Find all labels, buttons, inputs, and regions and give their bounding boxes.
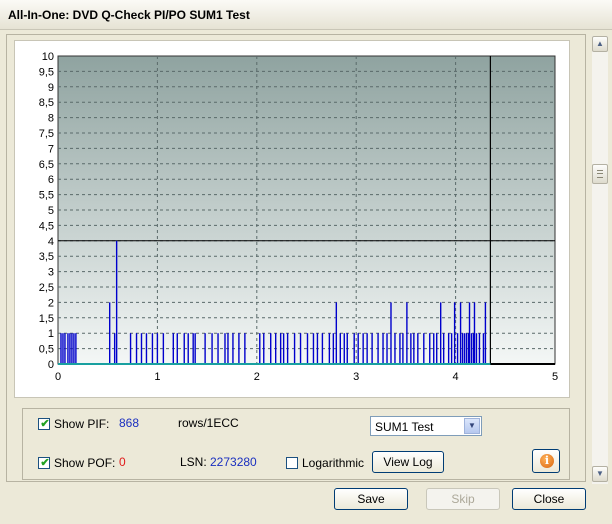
y-tick-label: 3 bbox=[48, 267, 54, 279]
checkmark-icon: ✔ bbox=[40, 457, 50, 469]
y-tick-label: 5,5 bbox=[39, 190, 54, 202]
y-tick-label: 4 bbox=[48, 236, 54, 248]
chevron-down-icon[interactable]: ▼ bbox=[464, 418, 480, 434]
x-tick-label: 0 bbox=[55, 371, 61, 383]
show-pif-checkbox[interactable]: ✔ bbox=[38, 418, 50, 430]
scrollbar-thumb[interactable] bbox=[592, 164, 608, 184]
y-tick-label: 9 bbox=[48, 82, 54, 94]
y-tick-label: 5 bbox=[48, 205, 54, 217]
y-tick-label: 6,5 bbox=[39, 159, 54, 171]
x-tick-label: 4 bbox=[453, 371, 459, 383]
title-bar: All-In-One: DVD Q-Check PI/PO SUM1 Test bbox=[0, 0, 612, 30]
vertical-scrollbar[interactable]: ▲ ▼ bbox=[592, 36, 608, 484]
pi-po-chart: 0 0,5 1 1,5 2 2,5 3 3,5 4 4,5 5 5,5 6 6,5 7 7,5 8 8,5 9 9,5… bbox=[14, 40, 570, 398]
x-tick-label: 3 bbox=[353, 371, 359, 383]
x-tick-label: 1 bbox=[154, 371, 160, 383]
y-tick-label: 4,5 bbox=[39, 220, 54, 232]
grip-icon bbox=[597, 170, 603, 178]
lsn-label: LSN: bbox=[180, 455, 207, 469]
test-select[interactable]: SUM1 Test ▼ bbox=[370, 416, 482, 436]
save-button[interactable]: Save bbox=[334, 488, 408, 510]
y-tick-label: 6 bbox=[48, 174, 54, 186]
pof-value: 0 bbox=[119, 455, 126, 469]
show-pof-checkbox[interactable]: ✔ bbox=[38, 457, 50, 469]
y-tick-label: 9,5 bbox=[39, 66, 54, 78]
lsn-value: 2273280 bbox=[210, 455, 257, 469]
close-button[interactable]: Close bbox=[512, 488, 586, 510]
test-select-value: SUM1 Test bbox=[375, 420, 434, 434]
logarithmic-checkbox[interactable] bbox=[286, 457, 298, 469]
skip-button[interactable]: Skip bbox=[426, 488, 500, 510]
pif-value: 868 bbox=[119, 416, 140, 430]
y-tick-label: 10 bbox=[42, 51, 54, 63]
y-tick-label: 7 bbox=[48, 143, 54, 155]
y-tick-label: 3,5 bbox=[39, 251, 54, 263]
y-tick-label: 0,5 bbox=[39, 344, 54, 356]
window-title: All-In-One: DVD Q-Check PI/PO SUM1 Test bbox=[8, 8, 250, 22]
y-tick-label: 8,5 bbox=[39, 97, 54, 109]
y-tick-label: 1 bbox=[48, 328, 54, 340]
y-tick-label: 2,5 bbox=[39, 282, 54, 294]
show-pif-label: Show PIF: bbox=[54, 417, 110, 431]
y-tick-label: 1,5 bbox=[39, 313, 54, 325]
view-log-button[interactable]: View Log bbox=[372, 451, 444, 473]
arrow-down-icon[interactable]: ▼ bbox=[592, 466, 608, 482]
info-button[interactable]: i bbox=[532, 449, 560, 473]
y-tick-label: 0 bbox=[48, 359, 54, 371]
info-icon: i bbox=[540, 454, 554, 468]
y-tick-label: 2 bbox=[48, 297, 54, 309]
chart-canvas: 0 0,5 1 1,5 2 2,5 3 3,5 4 4,5 5 5,5 6 6,5 7 7,5 8 8,5 9 9,5… bbox=[39, 51, 558, 383]
logarithmic-label: Logarithmic bbox=[302, 456, 365, 470]
arrow-up-icon[interactable]: ▲ bbox=[592, 36, 608, 52]
checkmark-icon: ✔ bbox=[40, 418, 50, 430]
x-tick-label: 2 bbox=[254, 371, 260, 383]
pif-unit: rows/1ECC bbox=[178, 416, 239, 430]
y-tick-label: 8 bbox=[48, 113, 54, 125]
y-tick-label: 7,5 bbox=[39, 128, 54, 140]
show-pof-label: Show POF: bbox=[54, 456, 116, 470]
x-tick-label: 5 bbox=[552, 371, 558, 383]
